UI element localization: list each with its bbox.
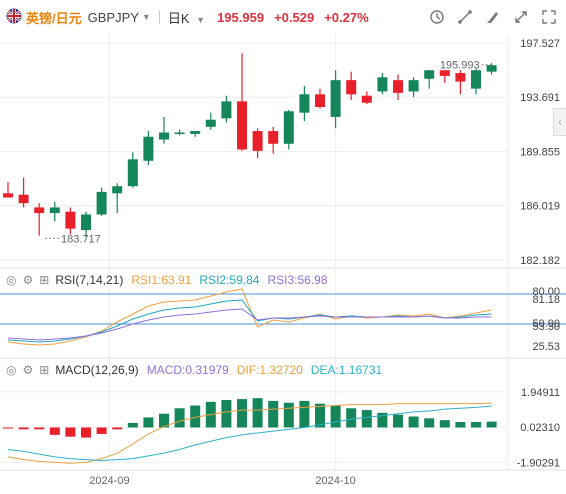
- macd-bar: [96, 427, 107, 434]
- chart-canvas: 197.527 193.691 189.855 186.019 182.182 2024-…: [0, 34, 566, 487]
- y-tick-label: 0.02310: [520, 422, 560, 434]
- macd-bar: [3, 427, 13, 429]
- rsi-title: RSI(7,14,21): [55, 273, 124, 287]
- candle-body: [65, 211, 76, 229]
- macd-bar: [18, 427, 29, 430]
- macd-bar: [127, 422, 138, 428]
- y-tick-label: 25.53: [532, 341, 560, 353]
- y-tick-label: 81.18: [532, 294, 560, 306]
- macd-bar: [471, 422, 481, 428]
- candle-body: [127, 159, 138, 187]
- rsi1-value: RSI1:63.91: [131, 273, 192, 287]
- add-indicator-icon[interactable]: ⊞: [39, 363, 49, 377]
- x-tick-label: 2024-09: [89, 475, 129, 487]
- collapse-panel-button[interactable]: ‹: [553, 108, 566, 136]
- candle-body: [252, 131, 263, 151]
- candle-body: [143, 136, 154, 161]
- candle-body: [268, 131, 279, 144]
- macd-title: MACD(12,26,9): [55, 363, 139, 377]
- candle-body: [237, 101, 247, 150]
- macd-bar: [112, 427, 123, 430]
- macd-bar: [346, 408, 357, 428]
- macd-bar: [81, 427, 91, 438]
- macd-bar: [174, 408, 185, 428]
- candle-body: [112, 186, 123, 194]
- settings-icon[interactable]: ⚙: [22, 363, 33, 377]
- candle-body: [34, 207, 45, 214]
- candle-body: [221, 101, 232, 119]
- dea-line: [7, 405, 492, 462]
- candle-body: [455, 73, 466, 82]
- low-annotation: 183.717: [61, 233, 101, 245]
- candle-body: [361, 95, 372, 103]
- dea-value: DEA:1.16731: [310, 363, 383, 377]
- macd-bar: [283, 402, 294, 428]
- candle-body: [205, 119, 216, 127]
- macd-bar: [299, 400, 310, 428]
- candle-body: [3, 193, 13, 198]
- x-tick-label: 2024-10: [315, 475, 355, 487]
- high-annotation: 195.993: [440, 60, 480, 72]
- candle-body: [346, 80, 357, 95]
- rsi2-value: RSI2:59.84: [199, 273, 260, 287]
- y-tick-label: 1.94911: [521, 387, 560, 399]
- candle-body: [299, 94, 310, 113]
- macd-bar: [439, 420, 450, 428]
- macd-legend: ◎ ⚙ ⊞ MACD(12,26,9) MACD:0.31979 DIF:1.3…: [6, 363, 382, 377]
- candle-body: [49, 207, 60, 214]
- candle-body: [424, 70, 435, 79]
- macd-bar: [268, 400, 279, 428]
- candle-body: [330, 80, 341, 117]
- y-tick-label: -1.90291: [517, 457, 560, 469]
- macd-bar: [252, 398, 263, 428]
- settings-icon[interactable]: ⚙: [22, 273, 33, 287]
- macd-bar: [330, 405, 341, 428]
- macd-bar: [393, 414, 403, 428]
- macd-bar: [361, 410, 372, 428]
- macd-bar: [455, 422, 466, 428]
- dif-value: DIF:1.32720: [236, 363, 303, 377]
- macd-bar: [49, 427, 60, 435]
- dif-line: [7, 402, 492, 464]
- candle-body: [159, 132, 169, 140]
- eye-icon[interactable]: ◎: [6, 363, 16, 377]
- macd-bar: [221, 400, 232, 428]
- add-indicator-icon[interactable]: ⊞: [39, 273, 49, 287]
- candle-body: [96, 191, 107, 215]
- y-tick-label: 193.691: [520, 92, 560, 104]
- macd-bar: [65, 427, 76, 437]
- macd-value: MACD:0.31979: [146, 363, 229, 377]
- eye-icon[interactable]: ◎: [6, 273, 16, 287]
- y-tick-label: 189.855: [520, 146, 560, 158]
- chevron-left-icon: ‹: [558, 116, 562, 128]
- macd-bar: [34, 427, 45, 430]
- rsi-legend: ◎ ⚙ ⊞ RSI(7,14,21) RSI1:63.91 RSI2:59.84…: [6, 273, 328, 287]
- candle-body: [81, 214, 91, 231]
- candle-body: [486, 65, 497, 72]
- y-tick-label: 197.527: [520, 38, 560, 50]
- macd-bar: [424, 418, 435, 428]
- macd-bar: [486, 421, 497, 428]
- candle-body: [471, 70, 481, 89]
- candle-body: [283, 111, 294, 144]
- macd-bar: [237, 399, 247, 428]
- candle-body: [315, 94, 325, 108]
- macd-bar: [143, 417, 154, 428]
- y-tick-label: 186.019: [520, 201, 560, 213]
- candle-body: [174, 132, 185, 134]
- y-tick-label: 182.182: [520, 255, 560, 267]
- candle-body: [190, 131, 201, 134]
- candle-body: [377, 77, 388, 92]
- macd-bar: [408, 416, 419, 428]
- rsi3-value: RSI3:56.98: [267, 273, 328, 287]
- candle-body: [408, 80, 419, 92]
- candle-body: [18, 194, 29, 204]
- candle-body: [393, 80, 403, 93]
- rsi-line-rsi2: [7, 299, 492, 343]
- y-tick-label: 53.30: [532, 321, 560, 333]
